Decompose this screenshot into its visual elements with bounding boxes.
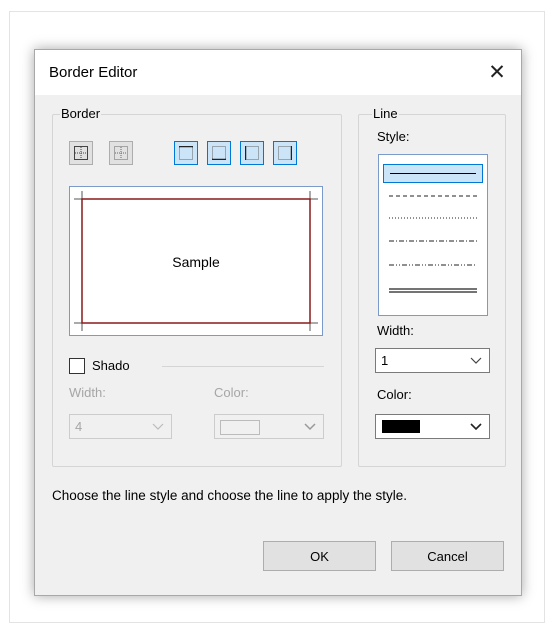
shadow-color-label: Color:	[214, 385, 249, 400]
ok-button-label: OK	[310, 548, 329, 564]
cancel-button[interactable]: Cancel	[391, 541, 504, 571]
shadow-width-label: Width:	[69, 385, 106, 400]
border-all-button[interactable]	[69, 141, 93, 165]
shadow-separator	[162, 366, 324, 367]
close-icon: ✕	[488, 60, 506, 84]
border-top-icon	[179, 146, 193, 160]
border-editor-dialog: Border Editor ✕ Border Sample Shado Widt…	[34, 49, 522, 596]
line-color-select[interactable]	[375, 414, 490, 439]
line-style-label: Style:	[377, 129, 410, 144]
chevron-down-icon	[470, 423, 482, 431]
line-width-label: Width:	[377, 323, 414, 338]
line-style-list[interactable]	[378, 154, 488, 316]
chevron-down-icon	[304, 423, 316, 431]
line-style-options	[389, 195, 477, 293]
chevron-down-icon	[470, 357, 482, 364]
border-right-button[interactable]	[273, 141, 297, 165]
shadow-width-value: 4	[75, 419, 83, 434]
border-preview[interactable]: Sample	[69, 186, 323, 336]
line-color-label: Color:	[377, 387, 412, 402]
ok-button[interactable]: OK	[263, 541, 376, 571]
shadow-color-select[interactable]	[214, 414, 324, 439]
dialog-title: Border Editor	[49, 64, 138, 81]
border-bottom-icon	[212, 146, 226, 160]
border-bottom-button[interactable]	[207, 141, 231, 165]
border-group-legend: Border	[60, 106, 102, 121]
line-width-select[interactable]: 1	[375, 348, 490, 373]
shadow-checkbox-label: Shado	[92, 358, 130, 373]
cancel-button-label: Cancel	[427, 548, 468, 564]
border-none-button[interactable]	[109, 141, 133, 165]
border-none-icon	[114, 146, 128, 160]
shadow-checkbox[interactable]	[69, 358, 85, 374]
border-all-icon	[74, 146, 88, 160]
line-color-swatch	[382, 420, 420, 433]
shadow-width-select[interactable]: 4	[69, 414, 172, 439]
help-text: Choose the line style and choose the lin…	[52, 488, 407, 503]
close-button[interactable]: ✕	[481, 58, 513, 86]
chevron-down-icon	[152, 423, 164, 430]
shadow-color-swatch	[220, 420, 260, 435]
border-left-button[interactable]	[240, 141, 264, 165]
border-left-icon	[245, 146, 259, 160]
border-top-button[interactable]	[174, 141, 198, 165]
preview-sample-text: Sample	[172, 254, 220, 270]
line-width-value: 1	[381, 353, 389, 368]
line-group-legend: Line	[372, 106, 399, 121]
border-right-icon	[278, 146, 292, 160]
title-bar: Border Editor ✕	[35, 50, 521, 95]
